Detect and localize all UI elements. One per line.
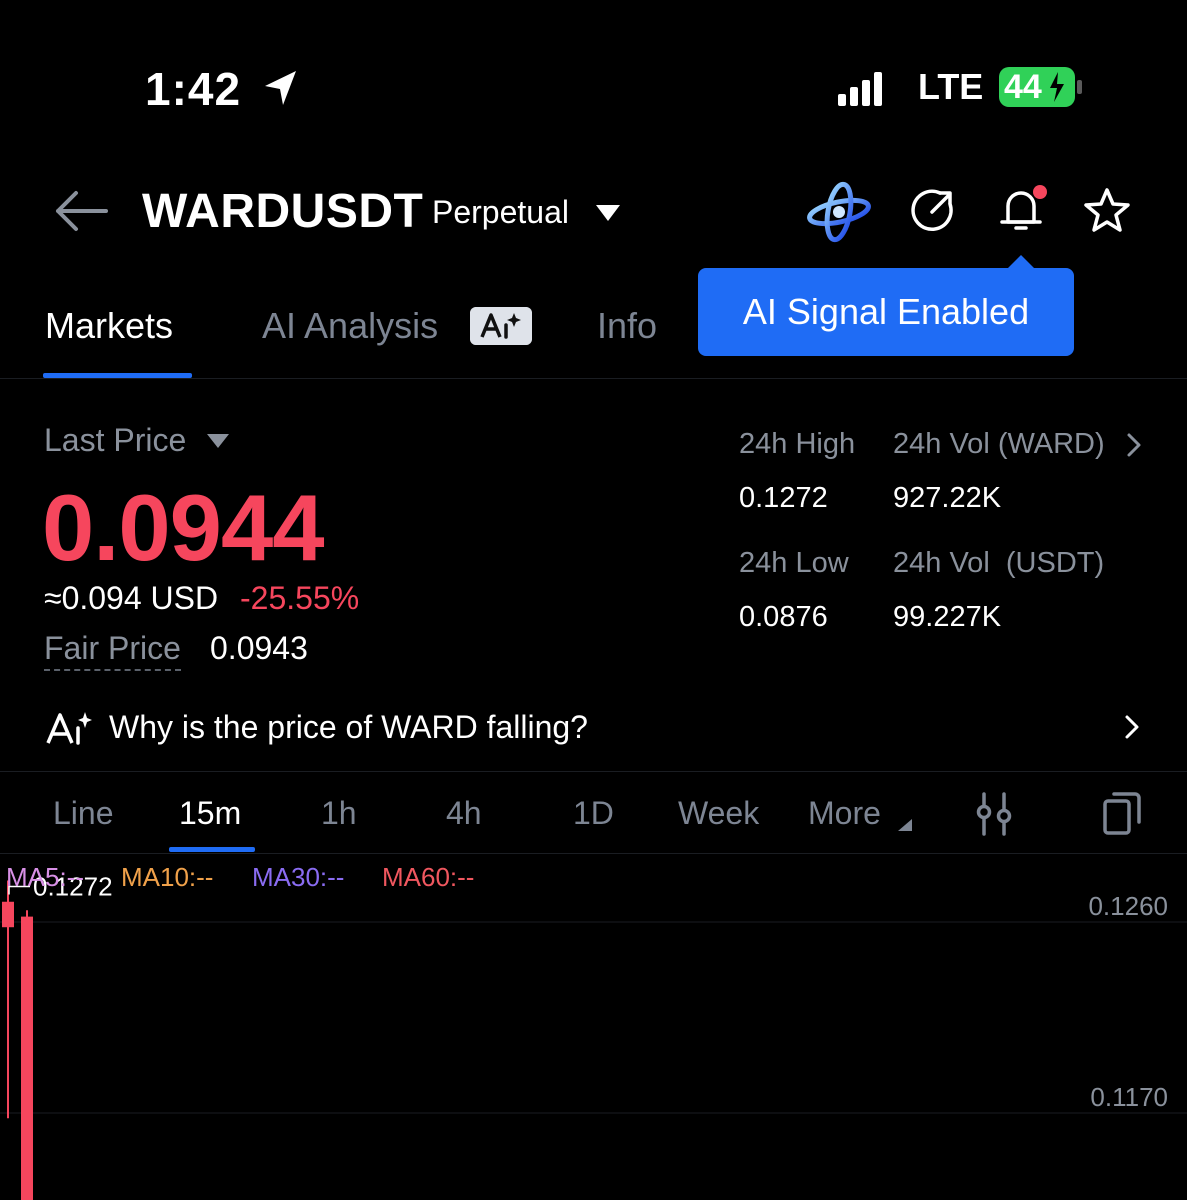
notification-dot [1033, 185, 1047, 199]
tab-markets[interactable]: Markets [45, 305, 173, 347]
interval-week[interactable]: Week [678, 795, 759, 832]
share-icon[interactable] [910, 186, 958, 234]
bell-icon[interactable] [996, 182, 1050, 236]
y-axis-tick-label: 0.1260 [1088, 891, 1168, 921]
ai-question-link[interactable]: Why is the price of WARD falling? [109, 709, 588, 746]
status-time: 1:42 [145, 63, 242, 115]
interval-15m[interactable]: 15m [179, 795, 241, 832]
low-24h-label: 24h Low [739, 547, 849, 579]
vol-usdt-value: 99.227K [893, 601, 1002, 633]
chevron-right-icon[interactable] [1124, 714, 1140, 740]
indicator-settings-icon[interactable] [975, 792, 1013, 836]
interval-4h[interactable]: 4h [446, 795, 482, 832]
active-interval-indicator [169, 847, 255, 852]
battery-percent: 44 [1004, 68, 1042, 106]
vol-ward-value: 927.22K [893, 482, 1002, 514]
chevron-right-icon[interactable] [1126, 432, 1142, 458]
contract-type[interactable]: Perpetual [432, 194, 569, 231]
chart-layout-icon[interactable] [1100, 790, 1144, 836]
location-arrow-icon [265, 71, 296, 105]
candle-body[interactable] [21, 916, 33, 1200]
interval-1h[interactable]: 1h [321, 795, 357, 832]
candle-body[interactable] [2, 901, 14, 928]
ai-badge-icon [470, 307, 532, 345]
caret-down-icon[interactable] [206, 433, 230, 449]
back-arrow-icon[interactable] [52, 188, 110, 234]
y-axis-tick-label: 0.1170 [1090, 1082, 1168, 1112]
tooltip-arrow [1007, 255, 1035, 269]
ma10-label: MA10:-- [121, 862, 214, 892]
interval-divider [0, 853, 1187, 854]
high-24h-value: 0.1272 [739, 482, 828, 514]
network-type: LTE [918, 66, 984, 107]
caret-down-icon[interactable] [594, 203, 622, 223]
last-price-label[interactable]: Last Price [44, 422, 186, 459]
ai-signal-tooltip[interactable]: AI Signal Enabled [698, 268, 1074, 356]
ma5-label: MA5:-- [6, 862, 84, 892]
tab-info[interactable]: Info [597, 305, 657, 347]
vol-usdt-label: 24h Vol (USDT) [893, 547, 1105, 579]
interval-line[interactable]: Line [53, 795, 114, 832]
vol-ward-label[interactable]: 24h Vol (WARD) [893, 428, 1105, 461]
trading-pair-symbol[interactable]: WARDUSDT [142, 184, 423, 239]
ma30-label: MA30:-- [252, 862, 345, 892]
interval-1d[interactable]: 1D [573, 795, 614, 832]
last-price-value: 0.0944 [42, 475, 325, 580]
battery-indicator: 44 [998, 66, 1084, 108]
interval-more[interactable]: More [808, 795, 881, 832]
tab-ai-analysis[interactable]: AI Analysis [262, 305, 438, 347]
more-triangle-icon[interactable] [897, 818, 913, 832]
ai-orbit-icon[interactable] [806, 180, 872, 244]
fair-price-label[interactable]: Fair Price [44, 630, 181, 671]
price-change-percent: -25.55% [240, 580, 360, 616]
high-24h-label: 24h High [739, 428, 856, 460]
tabs-divider [0, 378, 1187, 379]
candlestick-chart[interactable]: 0.12600.11700.1272 [0, 855, 1187, 1200]
low-24h-value: 0.0876 [739, 601, 828, 633]
fair-price-value: 0.0943 [210, 630, 308, 666]
favorite-star-icon[interactable] [1082, 186, 1132, 236]
section-divider [0, 771, 1187, 772]
ma60-label: MA60:-- [382, 862, 475, 892]
cellular-signal-icon [838, 72, 882, 106]
approx-usd-value: ≈0.094 USD [44, 580, 219, 616]
ai-sparkle-icon [46, 712, 92, 745]
